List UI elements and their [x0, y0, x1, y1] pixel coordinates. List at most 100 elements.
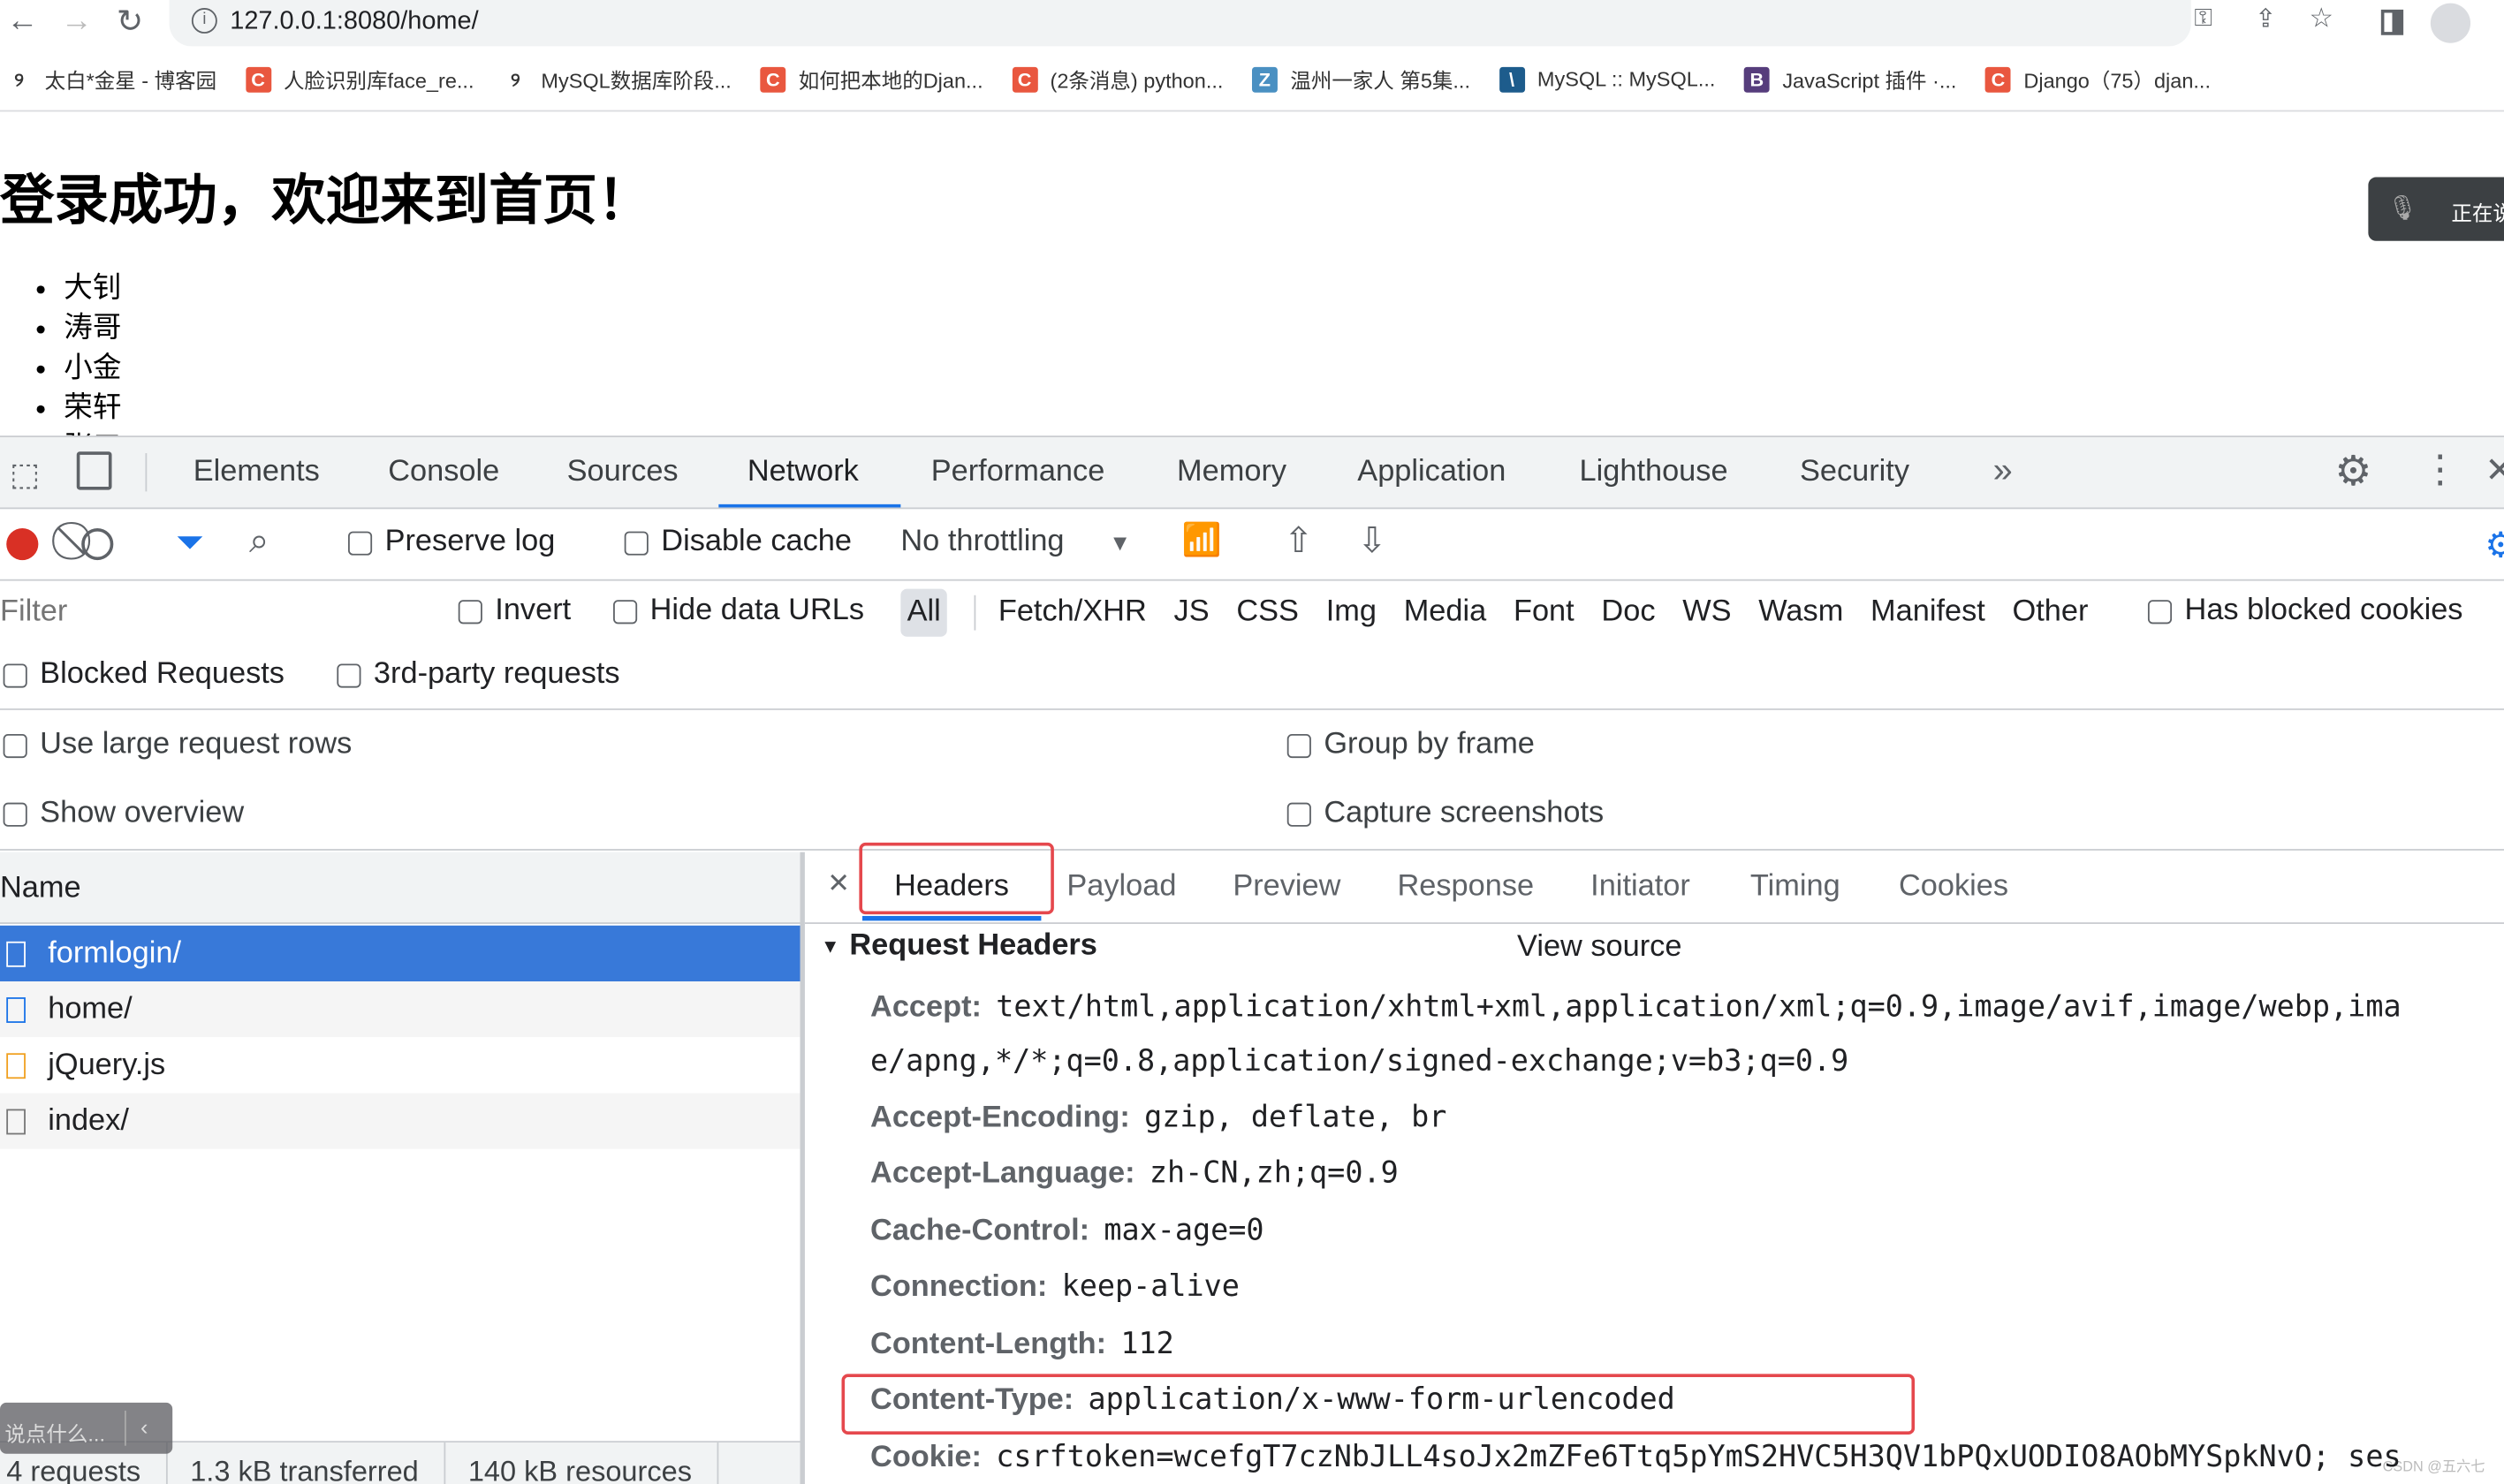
voice-input-widget[interactable]: 🎙 正在说 [2368, 177, 2504, 241]
url-text[interactable]: 127.0.0.1:8080/home/ [230, 8, 478, 37]
side-panel-icon[interactable] [2380, 9, 2404, 35]
import-har-icon[interactable]: ⇧ [1284, 520, 1313, 562]
more-options-icon[interactable]: ⋮ [2421, 447, 2459, 493]
checkbox[interactable] [2147, 599, 2173, 624]
detail-tab-timing[interactable]: Timing [1750, 852, 1840, 922]
hide-data-urls-checkbox[interactable]: Hide data URLs [613, 594, 864, 629]
info-icon[interactable]: i [191, 8, 217, 34]
checkbox[interactable] [458, 599, 482, 624]
bookmark-item[interactable]: ୨ 太白*金星 - 博客园 [6, 64, 216, 94]
filter-type-other[interactable]: Other [2013, 595, 2089, 631]
tab-elements[interactable]: Elements [193, 437, 320, 507]
filter-icon[interactable]: ⏷ [176, 522, 204, 564]
filter-type-js[interactable]: JS [1174, 595, 1210, 631]
filter-type-font[interactable]: Font [1514, 595, 1574, 631]
view-source-link[interactable]: View source [1517, 930, 1681, 965]
filter-input[interactable] [0, 590, 419, 635]
filter-type-css[interactable]: CSS [1236, 595, 1299, 631]
third-party-requests-checkbox[interactable]: 3rd-party requests [337, 657, 620, 693]
detail-tab-preview[interactable]: Preview [1233, 852, 1340, 922]
request-row[interactable]: jQuery.js [0, 1037, 801, 1094]
reload-icon[interactable]: ↻ [117, 2, 143, 42]
filter-type-doc[interactable]: Doc [1601, 595, 1655, 631]
filter-type-manifest[interactable]: Manifest [1870, 595, 1985, 631]
bookmark-item[interactable]: C Django（75）djan... [1985, 64, 2211, 94]
has-blocked-cookies-checkbox[interactable]: Has blocked cookies [2147, 594, 2462, 629]
star-icon[interactable]: ☆ [2310, 4, 2334, 35]
blocked-requests-checkbox[interactable]: Blocked Requests [3, 657, 285, 693]
disable-cache-checkbox[interactable]: Disable cache [624, 525, 852, 560]
back-icon[interactable]: ← [6, 4, 38, 41]
network-conditions-icon[interactable]: 📶 [1181, 520, 1221, 560]
filter-type-img[interactable]: Img [1326, 595, 1377, 631]
throttling-select[interactable]: No throttling ▼ [900, 525, 1131, 560]
checkbox[interactable] [624, 530, 649, 555]
checkbox[interactable] [1286, 733, 1311, 758]
close-detail-icon[interactable]: ✕ [827, 868, 850, 900]
microphone-icon[interactable]: 🎙 [2387, 193, 2417, 222]
checkbox[interactable] [3, 662, 27, 687]
clear-icon[interactable] [81, 527, 114, 561]
request-row[interactable]: home/ [0, 980, 801, 1038]
detail-tab-headers[interactable]: Headers [894, 852, 1009, 922]
checkbox[interactable] [3, 801, 27, 826]
close-devtools-icon[interactable]: ✕ [2485, 450, 2504, 491]
filter-type-media[interactable]: Media [1404, 595, 1487, 631]
bookmark-item[interactable]: B JavaScript 插件 ·... [1743, 64, 1956, 94]
preserve-log-checkbox[interactable]: Preserve log [348, 525, 555, 560]
checkbox[interactable] [1286, 801, 1311, 826]
chat-widget[interactable]: 说点什么... ‹ [0, 1402, 173, 1454]
request-row[interactable]: formlogin/ [0, 925, 801, 981]
settings-gear-icon[interactable]: ⚙ [2334, 447, 2371, 496]
tab-memory[interactable]: Memory [1177, 437, 1286, 507]
bookmark-item[interactable]: Z 温州一家人 第5集... [1251, 64, 1470, 94]
device-toolbar-icon[interactable] [76, 451, 112, 490]
filter-type-wasm[interactable]: Wasm [1758, 595, 1843, 631]
checkbox[interactable] [613, 599, 638, 624]
bookmark-item[interactable]: C 人脸识别库face_re... [245, 64, 474, 94]
search-icon[interactable]: ⌕ [249, 520, 269, 562]
capture-screenshots-checkbox[interactable]: Capture screenshots [1286, 796, 1604, 831]
detail-tab-payload[interactable]: Payload [1066, 852, 1176, 922]
inspect-element-icon[interactable]: ⬚ [10, 455, 40, 495]
show-overview-checkbox[interactable]: Show overview [3, 796, 244, 831]
bookmark-item[interactable]: C (2条消息) python... [1012, 64, 1223, 94]
address-bar[interactable]: i 127.0.0.1:8080/home/ ⚿ ⇪ ☆ [169, 0, 2333, 47]
checkbox[interactable] [337, 662, 361, 687]
group-by-frame-checkbox[interactable]: Group by frame [1286, 728, 1535, 763]
tab-security[interactable]: Security [1800, 437, 1909, 507]
detail-tab-cookies[interactable]: Cookies [1899, 852, 2008, 922]
large-rows-checkbox[interactable]: Use large request rows [3, 728, 352, 763]
bookmark-item[interactable]: ୨ MySQL数据库阶段... [503, 64, 732, 94]
invert-checkbox[interactable]: Invert [458, 594, 571, 629]
checkbox[interactable] [348, 530, 373, 555]
tab-application[interactable]: Application [1357, 437, 1506, 507]
tab-network[interactable]: Network [747, 437, 859, 507]
detail-tab-response[interactable]: Response [1397, 852, 1534, 922]
filter-type-all[interactable]: All [900, 588, 948, 637]
collapse-chevron-icon[interactable]: ‹ [140, 1414, 148, 1440]
tab-lighthouse[interactable]: Lighthouse [1580, 437, 1728, 507]
network-settings-icon[interactable]: ⚙ [2485, 525, 2504, 566]
panel-splitter[interactable] [800, 852, 805, 1484]
share-icon[interactable]: ⇪ [2255, 4, 2276, 35]
profile-avatar-icon[interactable] [2430, 3, 2471, 43]
tab-console[interactable]: Console [388, 437, 499, 507]
detail-tab-initiator[interactable]: Initiator [1590, 852, 1690, 922]
more-tabs-icon[interactable]: » [1993, 450, 2013, 491]
chat-placeholder[interactable]: 说点什么... [4, 1417, 105, 1447]
checkbox[interactable] [3, 733, 27, 758]
bookmark-item[interactable]: \ MySQL :: MySQL... [1499, 64, 1715, 94]
request-headers-section-toggle[interactable]: ▼ Request Headers [821, 928, 1097, 964]
export-har-icon[interactable]: ⇩ [1357, 520, 1386, 562]
request-row[interactable]: index/ [0, 1093, 801, 1149]
record-icon[interactable] [6, 527, 39, 561]
tab-performance[interactable]: Performance [931, 437, 1105, 507]
name-column-header[interactable]: Name [0, 852, 801, 924]
filter-type-fetch-xhr[interactable]: Fetch/XHR [998, 595, 1147, 631]
key-icon[interactable]: ⚿ [2194, 4, 2212, 32]
forward-icon[interactable]: → [61, 4, 93, 41]
filter-type-ws[interactable]: WS [1682, 595, 1731, 631]
bookmark-item[interactable]: C 如何把本地的Djan... [760, 64, 983, 94]
tab-sources[interactable]: Sources [567, 437, 679, 507]
